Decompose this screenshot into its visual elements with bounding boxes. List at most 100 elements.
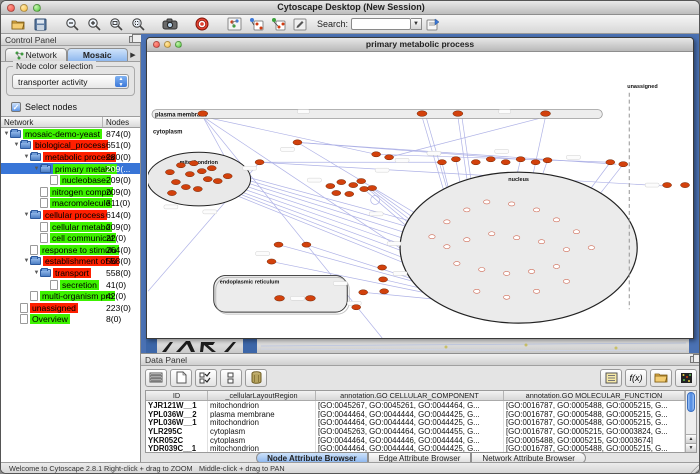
tree-row[interactable]: nucleobase-209(0): [1, 174, 140, 186]
network-overview-icon[interactable]: [224, 16, 244, 33]
select-nodes-checkbox[interactable]: ✓: [11, 102, 21, 112]
save-icon[interactable]: [30, 16, 50, 33]
disclosure-triangle-icon[interactable]: ▼: [3, 131, 10, 137]
scroll-down-icon[interactable]: ▼: [686, 443, 696, 452]
search-dropdown-icon[interactable]: ▼: [411, 18, 422, 30]
tree-row[interactable]: Overview8(0): [1, 314, 140, 326]
tree-row[interactable]: ▼metabolic process280(0): [1, 151, 140, 163]
table-row[interactable]: YPL036W__2plasma membrane[GO:0044464, GO…: [146, 410, 685, 419]
col-id[interactable]: ID: [146, 391, 208, 400]
table-cell: [GO:0016787, GO:0005488, GO:0005215, G..…: [504, 410, 685, 419]
zoom-selected-icon[interactable]: [128, 16, 148, 33]
zoom-fit-icon[interactable]: [106, 16, 126, 33]
table-row[interactable]: YDR039C__1mitochondrion[GO:0044464, GO:0…: [146, 444, 685, 452]
network-canvas[interactable]: plasma membrane cytoplasm mitochondrion …: [148, 53, 692, 338]
tab-mosaic[interactable]: Mosaic: [67, 48, 129, 61]
tree-row[interactable]: cell communicat22(0): [1, 232, 140, 244]
plasma-membrane-region[interactable]: [152, 110, 602, 119]
attribute-grid-icon[interactable]: [145, 369, 167, 387]
attribute-matrix-icon[interactable]: [675, 369, 697, 387]
col-go-molecular-function[interactable]: annotation.GO MOLECULAR_FUNCTION: [504, 391, 685, 400]
tree-row-label: transport: [53, 268, 91, 278]
folder-icon: [20, 141, 31, 149]
table-row[interactable]: YPL036W__1mitochondrion[GO:0044464, GO:0…: [146, 418, 685, 427]
disclosure-triangle-icon[interactable]: ▼: [23, 154, 30, 160]
tree-row[interactable]: ▼transport558(0): [1, 267, 140, 279]
tree-row-label: secretion: [60, 280, 99, 290]
attribute-table-body: YJR121W__1mitochondrion[GO:0045267, GO:0…: [146, 401, 685, 452]
node-color-selection-label: Node color selection: [13, 61, 96, 71]
node-color-select[interactable]: transporter activity ▲▼: [12, 74, 129, 89]
disclosure-triangle-icon[interactable]: ▼: [33, 166, 40, 172]
tree-row[interactable]: ▼establishment of lo558(0): [1, 256, 140, 268]
background-window-sliver[interactable]: [146, 339, 689, 353]
open-folder-icon[interactable]: [8, 16, 28, 33]
tree-row[interactable]: ▼primary metabo209(...: [1, 163, 140, 175]
tree-header: Network Nodes: [1, 116, 140, 128]
document-icon: [30, 291, 38, 301]
tree-row[interactable]: ▼biological_process651(0): [1, 140, 140, 152]
annotation-box-icon[interactable]: [290, 16, 310, 33]
col-go-cellular-component[interactable]: annotation.GO CELLULAR_COMPONENT: [316, 391, 504, 400]
control-panel-title: Control Panel: [5, 35, 57, 45]
search-index-icon[interactable]: [423, 16, 443, 33]
resize-grip[interactable]: [691, 464, 700, 473]
float-panel-icon[interactable]: [129, 36, 137, 43]
table-scrollbar[interactable]: ▲ ▼: [685, 391, 696, 452]
tree-row[interactable]: ▼cellular process614(0): [1, 209, 140, 221]
tree-col-nodes[interactable]: Nodes: [103, 117, 140, 127]
disclosure-triangle-icon[interactable]: ▼: [13, 142, 20, 148]
tree-row[interactable]: response to stimulu264(0): [1, 244, 140, 256]
table-cell: mitochondrion: [208, 444, 316, 452]
control-panel-tabs: Network Mosaic ▶: [1, 46, 140, 62]
zoom-in-icon[interactable]: [84, 16, 104, 33]
col-cellular-layout-region[interactable]: _cellularLayoutRegion: [208, 391, 316, 400]
table-row[interactable]: YJR121W__1mitochondrion[GO:0045267, GO:0…: [146, 401, 685, 410]
tab-network[interactable]: Network: [5, 48, 67, 61]
scroll-up-icon[interactable]: ▲: [686, 434, 696, 443]
search-input[interactable]: [351, 18, 411, 30]
delete-attribute-icon[interactable]: [245, 369, 267, 387]
layout-edges-icon[interactable]: [268, 16, 288, 33]
nucleus-region[interactable]: [400, 172, 637, 323]
tree-row[interactable]: cellular metabo209(0): [1, 221, 140, 233]
new-attribute-icon[interactable]: [170, 369, 192, 387]
network-view-window[interactable]: primary metabolic process: [146, 37, 694, 339]
tree-row-label: unassigned: [30, 303, 78, 313]
search-label: Search:: [317, 19, 348, 29]
attribute-table: ID _cellularLayoutRegion annotation.GO C…: [145, 390, 697, 453]
table-cell: YPL036W__1: [146, 418, 208, 427]
disclosure-triangle-icon[interactable]: ▼: [33, 270, 40, 276]
table-cell: YPL036W__2: [146, 410, 208, 419]
tree-col-network[interactable]: Network: [1, 117, 103, 127]
table-cell: [GO:0016787, GO:0005488, GO:0005215, G..…: [504, 401, 685, 410]
snapshot-camera-icon[interactable]: [160, 16, 180, 33]
import-attributes-icon[interactable]: [650, 369, 672, 387]
help-lifering-icon[interactable]: [192, 16, 212, 33]
tree-row-count: 209(0): [104, 222, 140, 232]
document-icon: [30, 245, 38, 255]
tree-row-count: 874(0): [104, 129, 140, 139]
tree-row[interactable]: unassigned223(0): [1, 302, 140, 314]
tree-row[interactable]: secretion41(0): [1, 279, 140, 291]
tree-row[interactable]: ▼mosaic-demo-yeast874(0): [1, 128, 140, 140]
select-attributes-icon[interactable]: [195, 369, 217, 387]
tree-row[interactable]: nitrogen compo209(0): [1, 186, 140, 198]
attribute-pair-icon[interactable]: [220, 369, 242, 387]
function-builder-icon[interactable]: f(x): [625, 369, 647, 387]
tree-row-count: 558(0): [104, 256, 140, 266]
attribute-editor-icon[interactable]: [600, 369, 622, 387]
zoom-out-icon[interactable]: [62, 16, 82, 33]
table-cell: [GO:0045263, GO:0044464, GO:0044455, G..…: [316, 427, 504, 436]
data-panel-float-icon[interactable]: [690, 356, 698, 363]
disclosure-triangle-icon[interactable]: ▼: [23, 212, 30, 218]
disclosure-triangle-icon[interactable]: ▼: [23, 258, 30, 264]
table-row[interactable]: YLR295Ccytoplasm[GO:0045263, GO:0044464,…: [146, 427, 685, 436]
tree-row[interactable]: multi-organism pro42(0): [1, 290, 140, 302]
layout-nodes-icon[interactable]: [246, 16, 266, 33]
tab-overflow-arrow[interactable]: ▶: [128, 48, 138, 61]
scrollbar-thumb[interactable]: [687, 392, 695, 412]
tree-row[interactable]: macromolecule311(0): [1, 198, 140, 210]
tree-row-count: 209(0): [104, 175, 140, 185]
table-row[interactable]: YKR052Ccytoplasm[GO:0044464, GO:0044446,…: [146, 436, 685, 445]
